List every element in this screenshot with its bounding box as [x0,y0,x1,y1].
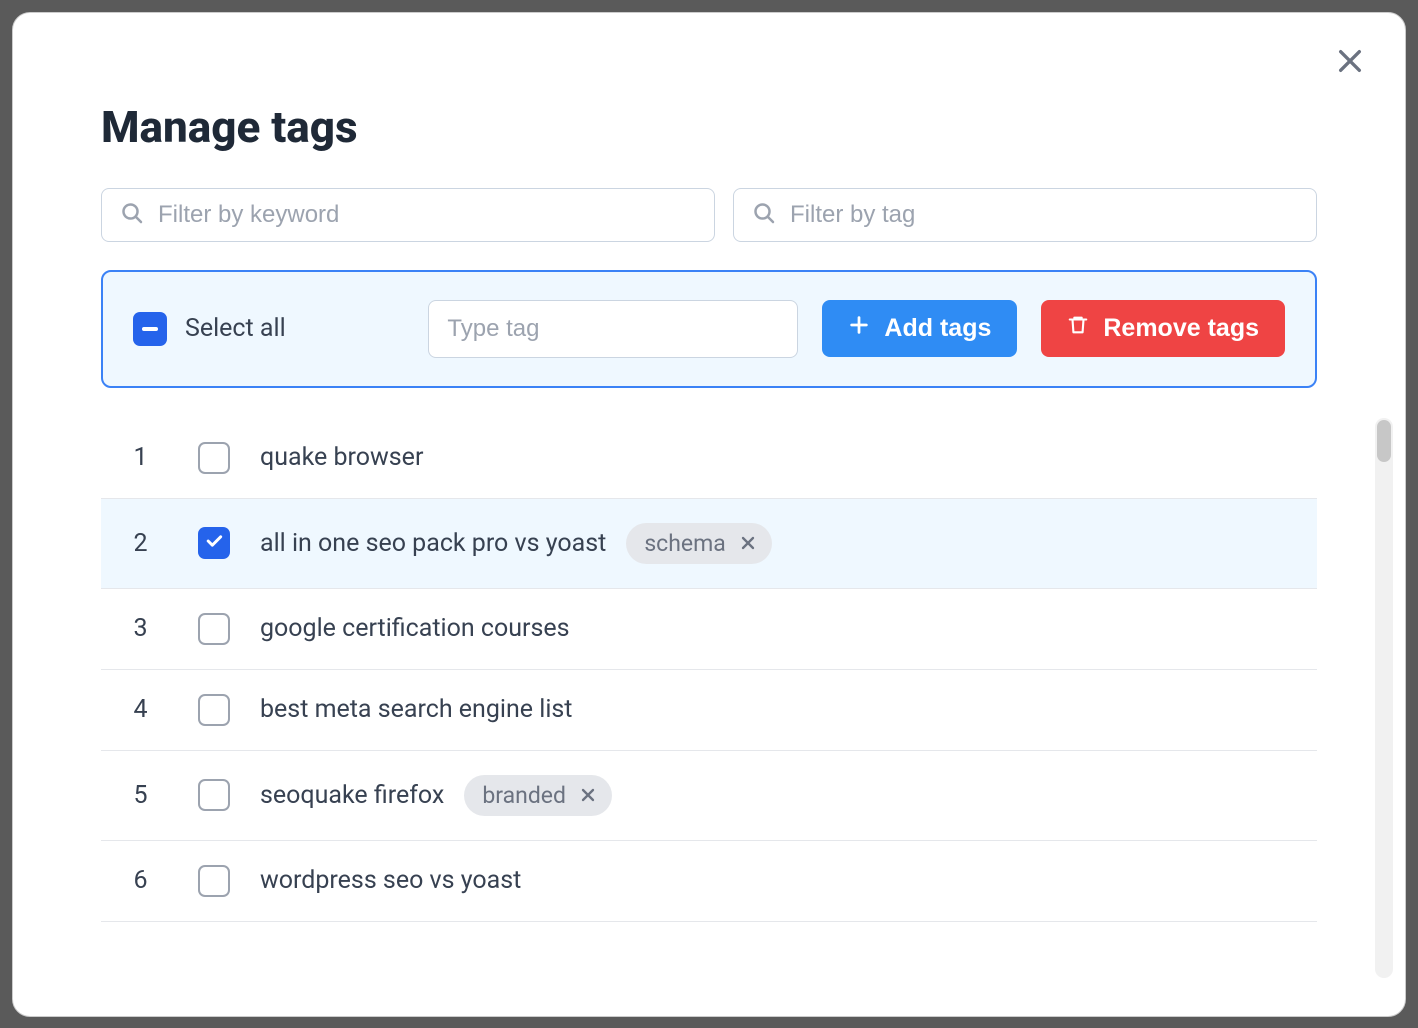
row-number: 6 [113,866,168,895]
manage-tags-modal: Manage tags Select all Add tags [12,12,1406,1017]
select-all-label: Select all [185,314,286,343]
scrollbar[interactable] [1375,418,1393,978]
row-content: best meta search engine list [260,695,1305,724]
row-checkbox[interactable] [198,527,230,559]
tag-remove-icon[interactable] [738,533,758,553]
tag-chip: branded [464,775,612,816]
row-checkbox[interactable] [198,613,230,645]
add-tags-button[interactable]: Add tags [822,300,1017,357]
row-number: 3 [113,614,168,643]
plus-icon [848,314,870,343]
row-content: google certification courses [260,614,1305,643]
list-item: 1 quake browser [101,418,1317,499]
remove-tags-button[interactable]: Remove tags [1041,300,1285,357]
keyword-list: 1 quake browser 2 all in one seo pack pr… [101,418,1317,922]
filters-row [101,188,1317,242]
scrollbar-thumb[interactable] [1377,420,1391,462]
row-content: seoquake firefox branded [260,775,1305,816]
close-button[interactable] [1330,43,1370,83]
select-all-checkbox[interactable] [133,312,167,346]
filter-tag-input[interactable] [790,201,1298,229]
row-checkbox[interactable] [198,779,230,811]
check-icon [204,531,224,555]
row-number: 5 [113,781,168,810]
row-number: 4 [113,695,168,724]
bulk-actions-bar: Select all Add tags Remove tags [101,270,1317,388]
filter-keyword-input[interactable] [158,201,696,229]
tag-chip-label: schema [644,530,725,557]
list-item: 4 best meta search engine list [101,670,1317,751]
row-checkbox[interactable] [198,865,230,897]
keyword-text: wordpress seo vs yoast [260,866,521,895]
remove-tags-label: Remove tags [1103,314,1259,343]
close-icon [1334,45,1366,81]
trash-icon [1067,314,1089,343]
row-content: quake browser [260,443,1305,472]
row-checkbox[interactable] [198,694,230,726]
list-item: 5 seoquake firefox branded [101,751,1317,841]
modal-title: Manage tags [101,101,1317,153]
row-number: 1 [113,443,168,472]
tag-chip-label: branded [482,782,566,809]
keyword-text: best meta search engine list [260,695,572,724]
select-all-group: Select all [133,312,286,346]
keyword-text: seoquake firefox [260,781,444,810]
row-content: wordpress seo vs yoast [260,866,1305,895]
minus-icon [142,327,158,331]
search-icon [752,201,776,229]
row-content: all in one seo pack pro vs yoast schema [260,523,1305,564]
keyword-text: all in one seo pack pro vs yoast [260,529,606,558]
keyword-text: google certification courses [260,614,570,643]
tag-remove-icon[interactable] [578,785,598,805]
add-tags-label: Add tags [884,314,991,343]
filter-keyword-wrap[interactable] [101,188,715,242]
list-item: 3 google certification courses [101,589,1317,670]
filter-tag-wrap[interactable] [733,188,1317,242]
type-tag-input[interactable] [428,300,798,358]
keyword-text: quake browser [260,443,423,472]
search-icon [120,201,144,229]
list-item: 6 wordpress seo vs yoast [101,841,1317,922]
tag-chip: schema [626,523,771,564]
row-checkbox[interactable] [198,442,230,474]
row-number: 2 [113,529,168,558]
list-item: 2 all in one seo pack pro vs yoast schem… [101,499,1317,589]
